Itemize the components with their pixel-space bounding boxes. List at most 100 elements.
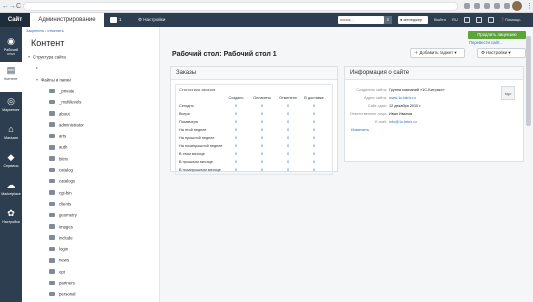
order-count-link[interactable]: 0	[276, 110, 300, 118]
order-count-link[interactable]: 0	[302, 150, 326, 158]
settings-link[interactable]: ⚙ Настройки	[138, 16, 165, 24]
reload-icon[interactable]: C	[16, 2, 21, 11]
tree-item[interactable]: ▾ Файлы и папки	[22, 74, 159, 85]
order-count-link[interactable]: 0	[276, 134, 300, 142]
order-count-link[interactable]: 0	[276, 102, 300, 110]
order-count-link[interactable]: 0	[224, 126, 248, 134]
pin-link[interactable]: Закрепить / отменить	[26, 29, 64, 33]
chevron-right-icon[interactable]: ▸	[36, 62, 41, 73]
tree-item[interactable]: auth	[22, 141, 159, 152]
order-count-link[interactable]: 0	[224, 150, 248, 158]
tree-item[interactable]: _private	[22, 85, 159, 96]
info-value-link[interactable]: info@1c-bitrix.ru	[389, 118, 417, 126]
scrollbar[interactable]	[526, 36, 531, 126]
messages-button[interactable]: 1	[110, 16, 122, 24]
back-icon[interactable]: ←	[2, 2, 9, 11]
order-count-link[interactable]: 0	[250, 142, 274, 150]
tree-item[interactable]: ▾ Структура сайта	[22, 51, 159, 62]
order-count-link[interactable]: 0	[224, 110, 248, 118]
admin-tab[interactable]: Администрирование	[30, 13, 104, 27]
window-icon[interactable]	[464, 17, 470, 23]
rail-item-store[interactable]: ⌂ Магазин	[0, 121, 22, 151]
edit-info-link[interactable]: Изменить	[351, 127, 369, 132]
add-widget-button[interactable]: ＋ Добавить гаджет ▾	[410, 48, 465, 58]
forward-icon[interactable]: →	[9, 2, 16, 11]
exit-link[interactable]: Выйти	[434, 16, 446, 24]
profile-avatar[interactable]	[512, 1, 522, 11]
order-count-link[interactable]: 0	[224, 134, 248, 142]
pencil-icon[interactable]	[488, 17, 494, 23]
tree-item[interactable]: personal	[22, 288, 159, 299]
rail-item-content[interactable]: ▤ Контент	[0, 62, 22, 92]
rail-item-marketplace[interactable]: ☁ Marketplace	[0, 177, 22, 207]
search-icon[interactable]: ⌕	[384, 16, 392, 24]
extension-icon-4[interactable]	[504, 3, 510, 9]
order-count-link[interactable]: 0	[250, 150, 274, 158]
tree-item[interactable]: clients	[22, 198, 159, 209]
rail-item-desktop[interactable]: ◉ Рабочий стол	[0, 33, 22, 63]
order-count-link[interactable]: 0	[302, 118, 326, 126]
tree-item[interactable]: administrator	[22, 119, 159, 130]
menu-kebab-icon[interactable]: ⋮	[526, 2, 533, 11]
tree-item[interactable]: partners	[22, 277, 159, 288]
rail-item-marketing[interactable]: ◎ Маркетинг	[0, 93, 22, 123]
extension-icon-3[interactable]	[494, 3, 500, 9]
order-count-link[interactable]: 0	[302, 110, 326, 118]
tree-item[interactable]: about	[22, 108, 159, 119]
address-bar[interactable]	[23, 2, 458, 11]
order-count-link[interactable]: 0	[250, 110, 274, 118]
site-tab[interactable]: Сайт	[0, 13, 30, 27]
tree-item[interactable]: cgi-bin	[22, 187, 159, 198]
search-input[interactable]: поиск...	[338, 16, 384, 24]
tree-item[interactable]: include	[22, 232, 159, 243]
tree-item[interactable]: catalog	[22, 164, 159, 175]
order-count-link[interactable]: 0	[302, 134, 326, 142]
order-count-link[interactable]: 0	[250, 118, 274, 126]
order-count-link[interactable]: 0	[302, 142, 326, 150]
order-count-link[interactable]: 0	[250, 166, 274, 174]
order-count-link[interactable]: 0	[250, 102, 274, 110]
tree-item[interactable]: arts	[22, 130, 159, 141]
tree-item[interactable]: geometry	[22, 209, 159, 220]
order-count-link[interactable]: 0	[276, 166, 300, 174]
settings-button[interactable]: ⚙ Настройки ▾	[477, 48, 526, 58]
extend-license-button[interactable]: Продлить лицензию	[468, 31, 526, 39]
order-count-link[interactable]: 0	[224, 142, 248, 150]
order-count-link[interactable]: 0	[302, 166, 326, 174]
user-button[interactable]: ● менеджер	[398, 16, 428, 24]
tree-item[interactable]: login	[22, 243, 159, 254]
tree-item[interactable]: bitrix	[22, 153, 159, 164]
order-count-link[interactable]: 0	[276, 142, 300, 150]
order-count-link[interactable]: 0	[224, 118, 248, 126]
order-count-link[interactable]: 0	[302, 158, 326, 166]
order-count-link[interactable]: 0	[302, 102, 326, 110]
order-count-link[interactable]: 0	[250, 126, 274, 134]
tree-item[interactable]: _multilevels	[22, 96, 159, 107]
order-count-link[interactable]: 0	[276, 158, 300, 166]
order-count-link[interactable]: 0	[302, 126, 326, 134]
info-value-link[interactable]: www.1c-bitrix.ru	[389, 94, 416, 102]
folder-icon	[49, 269, 55, 274]
translate-site-link[interactable]: Перевести сайт...	[469, 40, 503, 45]
order-count-link[interactable]: 0	[224, 102, 248, 110]
tree-item[interactable]: opt	[22, 266, 159, 277]
order-count-link[interactable]: 0	[276, 150, 300, 158]
help-link[interactable]: ❓Помощь	[500, 16, 520, 24]
lang-switch[interactable]: RU	[452, 16, 458, 24]
rail-item-services[interactable]: ◆ Сервисы	[0, 149, 22, 179]
order-count-link[interactable]: 0	[250, 158, 274, 166]
grid-icon[interactable]	[476, 17, 482, 23]
order-count-link[interactable]: 0	[276, 126, 300, 134]
bookmark-icon[interactable]	[464, 3, 470, 9]
order-count-link[interactable]: 0	[250, 134, 274, 142]
tree-item[interactable]: catalogs	[22, 175, 159, 186]
rail-item-settings[interactable]: ✿ Настройки	[0, 205, 22, 235]
order-count-link[interactable]: 0	[276, 118, 300, 126]
extension-icon-2[interactable]	[484, 3, 490, 9]
extension-icon[interactable]	[474, 3, 480, 9]
tree-item[interactable]: ▸	[22, 62, 159, 73]
order-count-link[interactable]: 0	[224, 166, 248, 174]
tree-item[interactable]: images	[22, 221, 159, 232]
order-count-link[interactable]: 0	[224, 158, 248, 166]
tree-item[interactable]: news	[22, 254, 159, 265]
